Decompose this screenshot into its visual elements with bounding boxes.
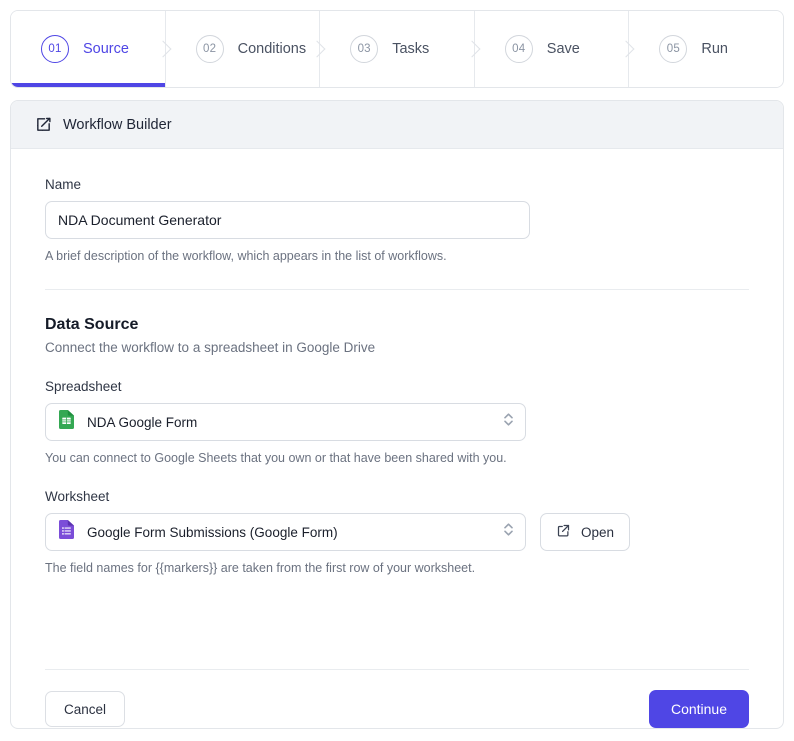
workflow-builder-card: Workflow Builder Name A brief descriptio… [10, 100, 784, 729]
workflow-builder-page: 01 Source 02 Conditions 03 Tasks 04 Save… [0, 0, 794, 741]
step-conditions-number: 02 [195, 35, 224, 63]
google-sheets-icon [58, 410, 75, 434]
card-footer: Cancel Continue [11, 670, 783, 728]
data-source-title: Data Source [45, 316, 139, 333]
name-label: Name [45, 177, 82, 192]
continue-button[interactable]: Continue [648, 690, 749, 728]
spreadsheet-label: Spreadsheet [45, 379, 122, 394]
step-source-label: Source [83, 41, 129, 57]
open-worksheet-button[interactable]: Open [540, 513, 631, 551]
worksheet-label: Worksheet [45, 489, 110, 504]
open-worksheet-label: Open [581, 524, 615, 540]
step-source-number: 01 [41, 35, 69, 63]
step-save[interactable]: 04 Save [463, 11, 629, 87]
name-input[interactable] [45, 201, 530, 239]
name-hint: A brief description of the workflow, whi… [45, 249, 447, 263]
cancel-button[interactable]: Cancel [45, 691, 126, 727]
chevron-updown-icon [503, 412, 514, 433]
edit-square-icon [35, 116, 52, 133]
card-body: Name A brief description of the workflow… [11, 149, 783, 643]
data-source-subtitle: Connect the workflow to a spreadsheet in… [45, 340, 376, 355]
step-tasks-number: 03 [350, 35, 379, 63]
chevron-updown-icon [503, 522, 514, 543]
worksheet-value: Google Form Submissions (Google Form) [87, 524, 338, 540]
google-forms-icon [58, 520, 75, 544]
step-run-number: 05 [659, 35, 688, 63]
step-save-label: Save [546, 41, 580, 57]
card-header-title: Workflow Builder [63, 116, 172, 133]
spreadsheet-hint: You can connect to Google Sheets that yo… [45, 451, 507, 465]
step-run-label: Run [701, 41, 728, 57]
worksheet-hint: The field names for {{markers}} are take… [45, 561, 476, 575]
external-link-icon [556, 523, 571, 541]
workflow-stepper: 01 Source 02 Conditions 03 Tasks 04 Save… [10, 10, 784, 88]
card-header: Workflow Builder [11, 101, 783, 149]
worksheet-row: Google Form Submissions (Google Form) Op… [45, 513, 749, 551]
spreadsheet-value: NDA Google Form [87, 414, 198, 430]
step-tasks[interactable]: 03 Tasks [308, 11, 474, 87]
step-run[interactable]: 05 Run [617, 11, 783, 87]
spreadsheet-select[interactable]: NDA Google Form [45, 403, 526, 441]
section-divider [45, 289, 749, 290]
spreadsheet-row: NDA Google Form [45, 403, 749, 441]
step-conditions[interactable]: 02 Conditions [154, 11, 320, 87]
worksheet-select[interactable]: Google Form Submissions (Google Form) [45, 513, 526, 551]
step-conditions-label: Conditions [237, 41, 307, 57]
step-save-number: 04 [504, 35, 533, 63]
step-source[interactable]: 01 Source [11, 11, 165, 87]
step-tasks-label: Tasks [392, 41, 430, 57]
